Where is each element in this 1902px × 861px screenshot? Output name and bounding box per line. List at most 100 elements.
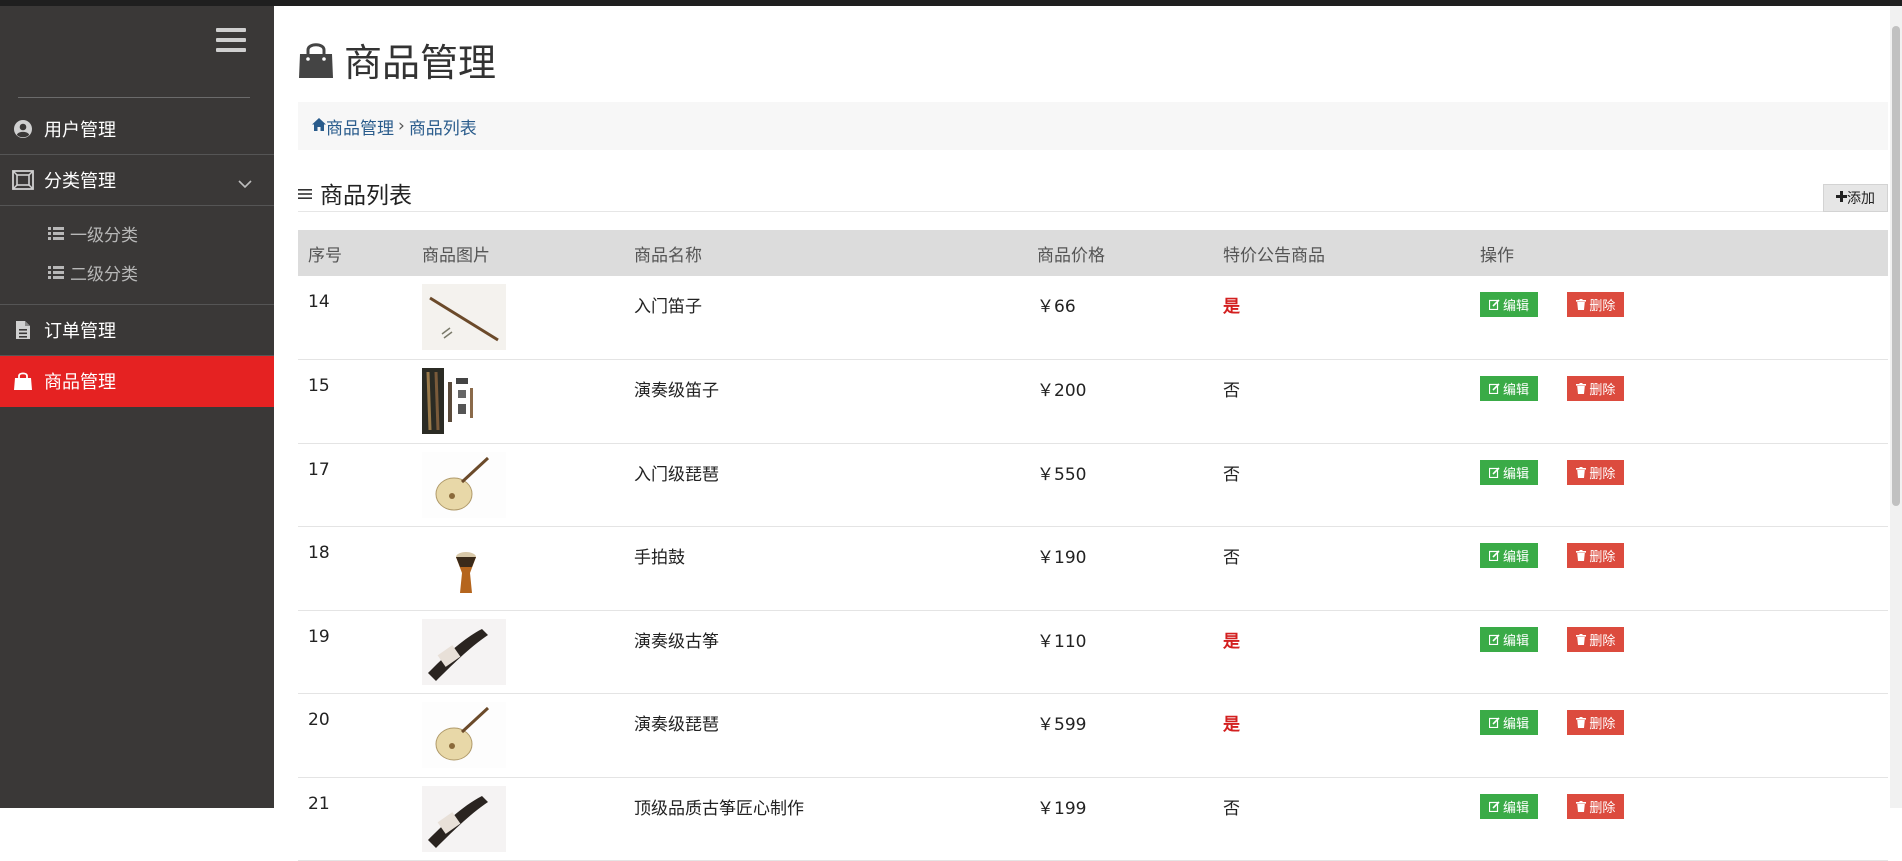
edit-icon	[1489, 466, 1500, 478]
cell-name: 手拍鼓	[634, 548, 685, 568]
delete-button[interactable]: 删除	[1567, 626, 1625, 652]
cell-actions: 编辑 删除	[1470, 527, 1888, 611]
plus-icon	[1836, 190, 1847, 206]
sidebar-subitem-label: 二级分类	[70, 265, 138, 285]
page-title: 商品管理	[298, 32, 496, 87]
chevron-down-icon	[238, 173, 252, 194]
cell-special: 是	[1223, 631, 1240, 652]
list-icon	[48, 266, 64, 279]
edit-icon	[1489, 800, 1500, 812]
column-header: 商品名称	[634, 245, 702, 266]
cell-id: 15	[308, 376, 330, 396]
sidebar-subitem-level1[interactable]: 一级分类	[0, 214, 274, 253]
cell-actions: 编辑 删除	[1470, 610, 1888, 694]
table-row: 18 手拍鼓 ￥190 否 编辑 删除	[298, 527, 1888, 611]
product-thumbnail	[422, 368, 624, 434]
edit-button[interactable]: 编辑	[1480, 626, 1539, 652]
cell-special: 否	[1223, 548, 1240, 568]
menu-toggle-icon[interactable]	[216, 28, 246, 54]
cell-name: 顶级品质古筝匠心制作	[634, 798, 804, 819]
product-thumbnail	[422, 785, 624, 852]
breadcrumb-current[interactable]: 商品列表	[409, 114, 477, 139]
cell-id: 20	[308, 710, 330, 730]
sidebar-item-label: 商品管理	[44, 372, 116, 393]
shopping-bag-icon	[12, 370, 34, 392]
cell-special: 否	[1223, 798, 1240, 819]
cell-special: 否	[1223, 464, 1240, 485]
sidebar-item-users[interactable]: 用户管理	[0, 104, 274, 155]
sidebar-item-label: 用户管理	[44, 120, 116, 141]
delete-button[interactable]: 删除	[1567, 793, 1625, 819]
cell-price: ￥199	[1037, 798, 1087, 819]
cell-image	[412, 694, 624, 778]
cell-price: ￥550	[1037, 464, 1087, 485]
delete-button[interactable]: 删除	[1567, 376, 1625, 401]
trash-icon	[1576, 466, 1587, 478]
shopping-bag-icon	[298, 41, 334, 79]
edit-icon	[1489, 550, 1500, 561]
list-icon	[48, 227, 64, 240]
product-thumbnail	[422, 284, 624, 350]
sidebar-subitem-level2[interactable]: 二级分类	[0, 253, 274, 292]
vertical-scrollbar[interactable]	[1890, 6, 1902, 808]
column-header: 特价公告商品	[1223, 245, 1325, 266]
cell-image	[412, 777, 624, 861]
cell-image	[412, 276, 624, 360]
cell-image	[412, 443, 624, 527]
sidebar-item-products[interactable]: 商品管理	[0, 356, 274, 407]
column-header: 商品图片	[422, 245, 490, 266]
column-header: 序号	[308, 245, 342, 266]
table-header-row: 序号 商品图片 商品名称 商品价格 特价公告商品 操作	[298, 230, 1888, 276]
user-circle-icon	[12, 118, 34, 140]
edit-icon	[1489, 633, 1500, 645]
cell-name: 演奏级笛子	[634, 381, 719, 401]
sidebar-header	[18, 6, 250, 98]
delete-button[interactable]: 删除	[1567, 292, 1625, 317]
column-header: 商品价格	[1037, 245, 1105, 266]
cell-actions: 编辑 删除	[1470, 777, 1888, 861]
cell-image	[412, 610, 624, 694]
trash-icon	[1576, 800, 1587, 812]
trash-icon	[1576, 550, 1587, 561]
cell-price: ￥190	[1037, 548, 1087, 568]
cell-price: ￥110	[1037, 631, 1087, 652]
cell-actions: 编辑 删除	[1470, 276, 1888, 360]
main-content: 商品管理 商品管理 › 商品列表 商品列表 添加 序号 商品图片 商品名称 商品…	[274, 6, 1902, 861]
scrollbar-thumb[interactable]	[1892, 26, 1900, 506]
add-button[interactable]: 添加	[1823, 184, 1888, 212]
product-thumbnail	[422, 618, 624, 685]
trash-icon	[1576, 383, 1587, 394]
delete-button[interactable]: 删除	[1567, 710, 1625, 735]
sidebar-item-label: 订单管理	[44, 321, 116, 342]
cell-image	[412, 527, 624, 611]
edit-button[interactable]: 编辑	[1480, 459, 1539, 485]
cell-id: 19	[308, 626, 330, 647]
cell-id: 17	[308, 459, 330, 480]
cell-actions: 编辑 删除	[1470, 360, 1888, 444]
delete-button[interactable]: 删除	[1567, 543, 1625, 568]
table-row: 21 顶级品质古筝匠心制作 ￥199 否 编辑 删除	[298, 777, 1888, 861]
cell-id: 21	[308, 793, 330, 814]
section-header: 商品列表 添加	[298, 174, 1888, 212]
table-row: 15 演奏级笛子 ￥200 否 编辑 删除	[298, 360, 1888, 444]
column-header: 操作	[1480, 245, 1514, 266]
delete-button[interactable]: 删除	[1567, 459, 1625, 485]
cell-price: ￥599	[1037, 715, 1087, 735]
cell-actions: 编辑 删除	[1470, 443, 1888, 527]
edit-button[interactable]: 编辑	[1480, 543, 1539, 568]
edit-button[interactable]: 编辑	[1480, 376, 1539, 401]
cell-price: ￥66	[1037, 297, 1076, 317]
edit-button[interactable]: 编辑	[1480, 793, 1539, 819]
sidebar-item-categories[interactable]: 分类管理	[0, 155, 274, 206]
product-table: 序号 商品图片 商品名称 商品价格 特价公告商品 操作 14 入门笛子 ￥66 …	[298, 230, 1888, 861]
trash-icon	[1576, 633, 1587, 645]
sidebar-item-orders[interactable]: 订单管理	[0, 305, 274, 356]
breadcrumb-home[interactable]: 商品管理	[312, 114, 394, 139]
cell-id: 18	[308, 543, 330, 563]
home-icon	[312, 116, 326, 136]
edit-button[interactable]: 编辑	[1480, 292, 1539, 317]
cell-name: 入门级琵琶	[634, 464, 719, 485]
table-row: 20 演奏级琵琶 ￥599 是 编辑 删除	[298, 694, 1888, 778]
cell-name: 演奏级古筝	[634, 631, 719, 652]
edit-button[interactable]: 编辑	[1480, 710, 1539, 735]
